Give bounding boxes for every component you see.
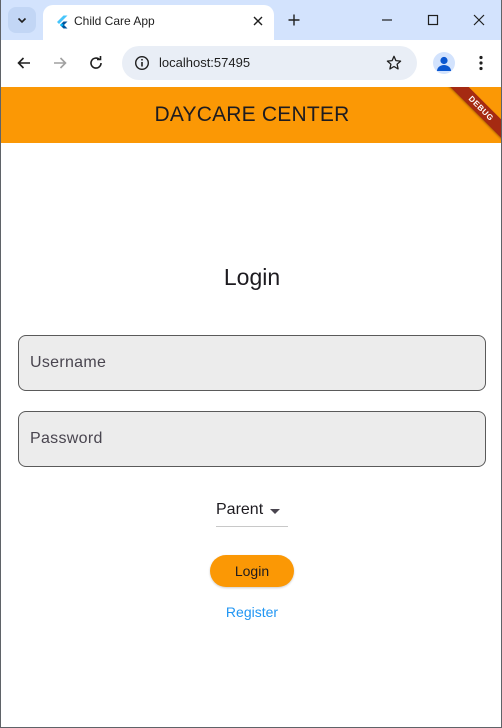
site-info-icon <box>134 55 150 71</box>
app-viewport: DAYCARE CENTER DEBUG Login Parent Login … <box>1 87 501 727</box>
app-bar-title: DAYCARE CENTER <box>154 103 350 126</box>
browser-window: Child Care App localhost:57495 DAYCARE C… <box>0 0 502 728</box>
minimize-button[interactable] <box>367 6 407 34</box>
page-title: Login <box>223 264 281 290</box>
close-icon <box>473 14 485 26</box>
arrow-right-icon <box>54 57 67 69</box>
profile-icon <box>437 56 451 71</box>
tab-child-care-app[interactable]: Child Care App <box>43 5 274 40</box>
username-field[interactable] <box>18 335 486 391</box>
reload-icon <box>90 56 102 69</box>
bookmark-button[interactable] <box>383 52 405 74</box>
tab-close-button[interactable] <box>250 13 266 29</box>
minimize-icon <box>382 19 392 21</box>
password-field[interactable] <box>18 411 486 467</box>
plus-icon <box>288 14 300 26</box>
new-tab-button[interactable] <box>284 10 304 30</box>
arrow-left-icon <box>17 57 30 69</box>
tab-search-button[interactable] <box>8 7 36 33</box>
maximize-button[interactable] <box>413 6 453 34</box>
username-input[interactable] <box>19 336 485 390</box>
browser-menu-button[interactable] <box>471 52 491 74</box>
browser-toolbar: localhost:57495 <box>1 40 501 86</box>
chevron-down-icon <box>17 17 27 24</box>
back-button[interactable] <box>12 51 36 75</box>
role-dropdown[interactable]: Parent <box>216 499 288 527</box>
address-bar[interactable]: localhost:57495 <box>122 46 417 80</box>
reload-button[interactable] <box>84 51 108 75</box>
close-icon <box>253 16 263 26</box>
tab-title: Child Care App <box>74 14 155 28</box>
more-vert-icon <box>479 55 483 71</box>
profile-button[interactable] <box>433 52 455 74</box>
role-selected-value: Parent <box>216 501 264 518</box>
dropdown-arrow-icon <box>270 509 280 514</box>
tab-strip: Child Care App <box>1 0 501 40</box>
flutter-icon <box>57 15 68 29</box>
debug-banner: DEBUG <box>439 87 501 150</box>
app-bar: DAYCARE CENTER DEBUG <box>1 87 501 150</box>
debug-banner-text: DEBUG <box>466 94 496 123</box>
maximize-icon <box>427 14 439 26</box>
forward-button[interactable] <box>48 51 72 75</box>
login-button[interactable]: Login <box>210 555 294 587</box>
register-link[interactable]: Register <box>1 604 501 620</box>
site-info-button[interactable] <box>130 51 154 75</box>
star-icon <box>386 55 402 70</box>
url-text: localhost:57495 <box>159 55 251 70</box>
login-button-label: Login <box>234 563 270 579</box>
close-window-button[interactable] <box>459 6 499 34</box>
password-input[interactable] <box>19 412 485 466</box>
